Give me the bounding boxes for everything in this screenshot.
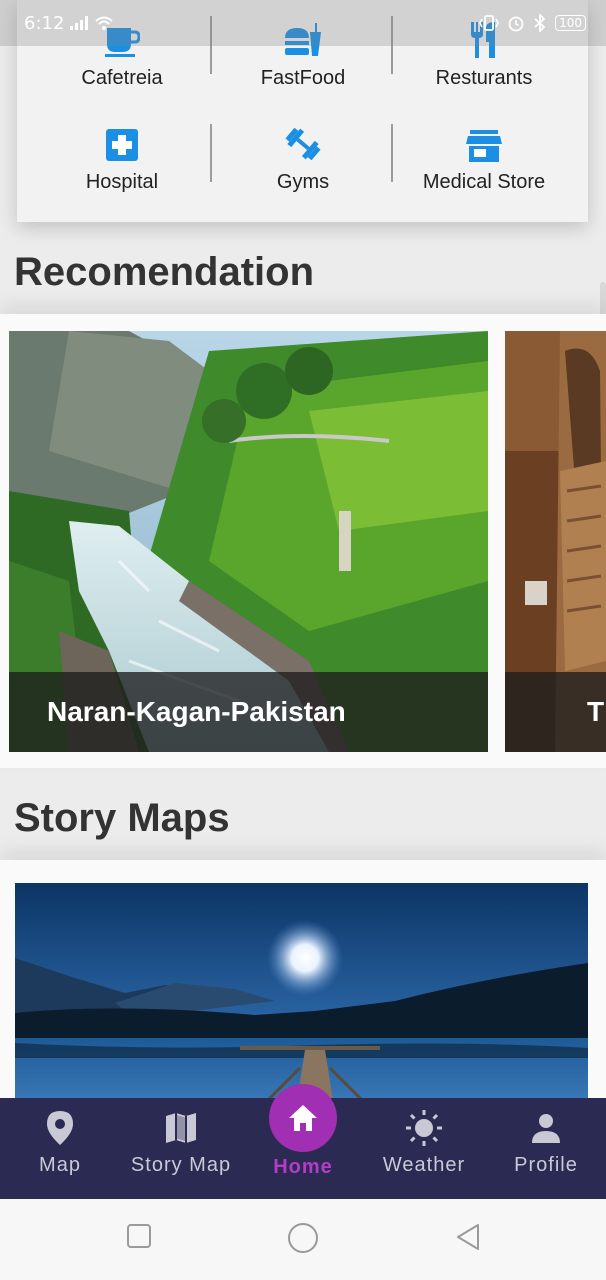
story-maps-heading: Story Maps [14,796,230,840]
night-lake-pier-photo [15,883,588,1113]
category-label: Hospital [85,171,159,193]
category-label: Gyms [276,171,330,193]
story-map-card[interactable] [15,883,588,1113]
system-navigation-bar [0,1199,606,1280]
map-icon [165,1110,197,1146]
back-icon[interactable] [455,1223,481,1251]
bluetooth-icon [533,14,547,32]
store-icon [466,130,502,162]
recommendation-heading: Recomendation [14,250,315,294]
recommendation-title-bar: Naran-Kagan-Pakistan [9,672,488,752]
nav-label: Story Map [130,1154,232,1176]
home-circle-icon[interactable] [287,1222,319,1254]
wifi-icon [94,15,114,31]
hospital-icon [105,128,139,162]
nav-home[interactable]: Home [243,1084,363,1199]
divider [210,124,212,182]
nav-label: Weather [382,1154,466,1176]
category-label: Cafetreia [81,67,163,89]
recent-apps-icon[interactable] [126,1223,152,1249]
recommendation-title: T [587,696,605,727]
nav-label: Profile [514,1154,578,1176]
nav-profile[interactable]: Profile [486,1098,606,1199]
nav-weather[interactable]: Weather [364,1098,484,1199]
battery-indicator: 100 [555,15,586,31]
nav-map[interactable]: Map [0,1098,120,1199]
category-hospital[interactable]: Hospital [32,104,212,194]
person-icon [531,1110,561,1146]
category-gyms[interactable]: Gyms [213,104,393,194]
bottom-navigation: Map Story Map Home Weather Profile [0,1084,606,1199]
home-icon [288,1104,318,1132]
nav-label: Home [273,1156,333,1178]
category-medical-store[interactable]: Medical Store [394,104,574,194]
nav-story-map[interactable]: Story Map [121,1098,241,1199]
home-active-indicator [269,1084,337,1152]
category-label: Resturants [435,67,533,89]
recommendation-title-bar: T [505,672,606,752]
category-label: Medical Store [422,171,546,193]
recommendation-card[interactable]: T [505,331,606,752]
signal-icon [70,16,89,30]
alarm-icon [507,14,525,32]
category-label: FastFood [260,67,346,89]
status-time: 6:12 [24,12,65,34]
nav-label: Map [39,1154,81,1176]
recommendation-card[interactable]: Naran-Kagan-Pakistan [9,331,488,752]
vibrate-icon [479,14,499,32]
status-bar: 6:12 100 [0,0,606,46]
sun-icon [405,1110,443,1146]
recommendation-title: Naran-Kagan-Pakistan [47,696,346,727]
divider [391,124,393,182]
dumbbell-icon [284,126,322,162]
location-pin-icon [47,1110,73,1146]
